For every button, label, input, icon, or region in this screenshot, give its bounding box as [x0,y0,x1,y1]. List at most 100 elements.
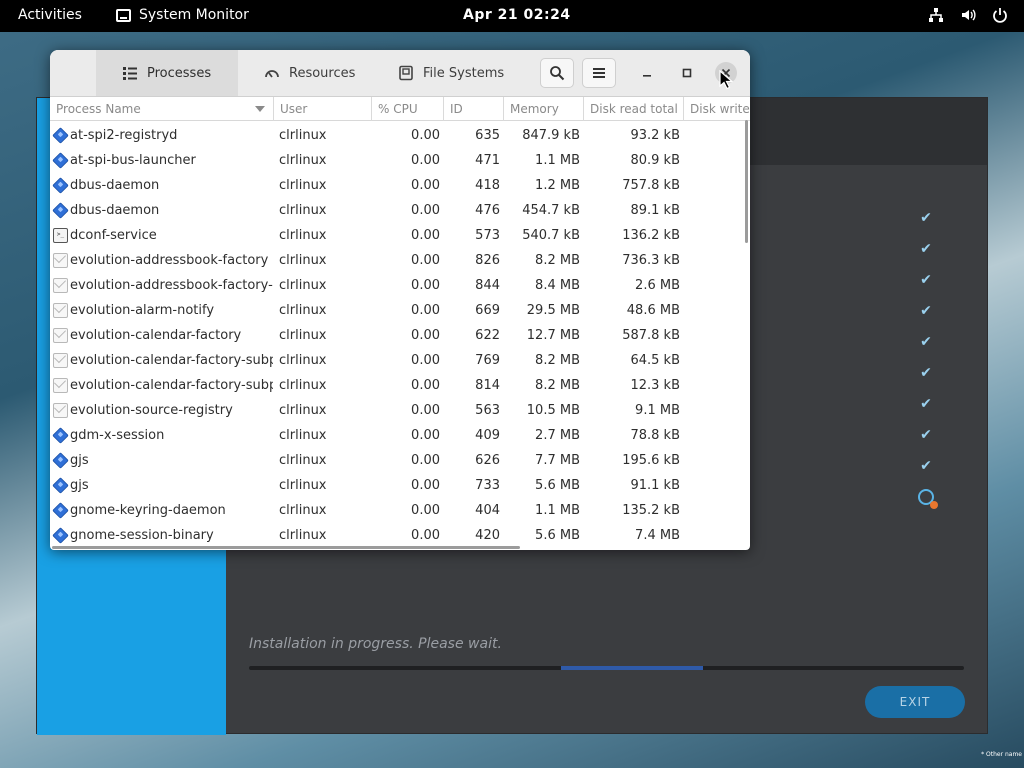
corner-note: * Other name [981,751,1022,758]
column-header-memory[interactable]: Memory [504,97,584,121]
headerbar[interactable]: Processes Resources File Systems [50,50,750,97]
process-memory: 2.7 MB [535,428,580,443]
table-row[interactable]: at-spi2-registryd clrlinux 0.00 635 847.9 kB… [50,123,750,148]
table-row[interactable]: evolution-source-registry clrlinux 0.00 563… [50,398,750,423]
process-user: clrlinux [279,178,327,193]
mail-icon [53,378,68,393]
column-header-user[interactable]: User [274,97,372,121]
tab-label: File Systems [423,65,505,81]
clock[interactable]: Apr 21 02:24 [463,7,571,23]
vertical-scrollbar[interactable] [745,120,748,243]
main-menu-button[interactable] [582,58,616,88]
mail-icon [53,253,68,268]
tab-processes[interactable]: Processes [96,50,238,96]
process-list[interactable]: at-spi2-registryd clrlinux 0.00 635 847.9 kB… [50,123,750,550]
table-row[interactable]: evolution-addressbook-factory-su clrlinux… [50,273,750,298]
process-disk-read: 89.1 kB [630,203,680,218]
process-memory: 5.6 MB [535,528,580,543]
process-user: clrlinux [279,153,327,168]
column-header-disk-write[interactable]: Disk write [684,97,750,121]
column-header-id[interactable]: ID [444,97,504,121]
column-header-process-name[interactable]: Process Name [50,97,274,121]
process-memory: 847.9 kB [522,128,580,143]
table-row[interactable]: evolution-calendar-factory-subpro clrlinu… [50,373,750,398]
process-id: 733 [475,478,500,493]
process-cpu: 0.00 [411,378,440,393]
table-row[interactable]: gnome-keyring-daemon clrlinux 0.00 404 1.1 M… [50,498,750,523]
process-name: evolution-calendar-factory [70,328,242,343]
table-row[interactable]: at-spi-bus-launcher clrlinux 0.00 471 1.1 MB… [50,148,750,173]
process-disk-read: 80.9 kB [630,153,680,168]
installer-progress-bar [249,666,964,670]
process-user: clrlinux [279,128,327,143]
table-row[interactable]: dbus-daemon clrlinux 0.00 476 454.7 kB 89.1 k… [50,198,750,223]
process-id: 420 [475,528,500,543]
process-memory: 8.2 MB [535,378,580,393]
process-memory: 1.2 MB [535,178,580,193]
process-id: 844 [475,278,500,293]
process-disk-read: 7.4 MB [635,528,680,543]
process-name: gjs [70,478,89,493]
table-row[interactable]: evolution-alarm-notify clrlinux 0.00 669 29.… [50,298,750,323]
search-button[interactable] [540,58,574,88]
power-icon[interactable] [992,7,1008,23]
table-row[interactable]: gjs clrlinux 0.00 626 7.7 MB 195.6 kB [50,448,750,473]
process-disk-read: 9.1 MB [635,403,680,418]
process-name: gnome-session-binary [70,528,214,543]
process-cpu: 0.00 [411,153,440,168]
process-disk-read: 48.6 MB [626,303,680,318]
process-memory: 8.2 MB [535,253,580,268]
table-row[interactable]: gjs clrlinux 0.00 733 5.6 MB 91.1 kB [50,473,750,498]
process-name: evolution-source-registry [70,403,233,418]
table-row[interactable]: evolution-calendar-factory clrlinux 0.00 62… [50,323,750,348]
process-disk-read: 91.1 kB [630,478,680,493]
process-id: 404 [475,503,500,518]
process-disk-read: 757.8 kB [622,178,680,193]
process-disk-read: 12.3 kB [630,378,680,393]
volume-icon[interactable] [960,7,976,23]
system-tray[interactable] [928,7,1008,23]
table-row[interactable]: evolution-calendar-factory-subpro clrlinu… [50,348,750,373]
network-icon[interactable] [928,7,944,23]
process-name: dbus-daemon [70,203,160,218]
table-row[interactable]: evolution-addressbook-factory clrlinux 0.0… [50,248,750,273]
table-row[interactable]: gdm-x-session clrlinux 0.00 409 2.7 MB 78.8 k… [50,423,750,448]
tab-file-systems[interactable]: File Systems [372,50,522,96]
process-memory: 5.6 MB [535,478,580,493]
mail-icon [53,353,68,368]
process-name: gjs [70,453,89,468]
executable-icon [52,202,69,219]
process-memory: 1.1 MB [535,503,580,518]
maximize-button[interactable] [676,62,698,84]
column-header-disk-read[interactable]: Disk read total [584,97,684,121]
app-menu-label: System Monitor [139,7,249,23]
table-row[interactable]: dbus-daemon clrlinux 0.00 418 1.2 MB 757.8 kB [50,173,750,198]
step-complete-check-icon: ✔ [920,395,932,412]
column-label: User [280,102,308,116]
step-complete-check-icon: ✔ [920,302,932,319]
tab-resources[interactable]: Resources [238,50,370,96]
mail-icon [53,328,68,343]
process-cpu: 0.00 [411,303,440,318]
process-id: 635 [475,128,500,143]
step-complete-check-icon: ✔ [920,240,932,257]
table-row[interactable]: >_ dconf-service clrlinux 0.00 573 540.7 kB 13… [50,223,750,248]
table-row[interactable]: gnome-session-binary clrlinux 0.00 420 5.6 M… [50,523,750,548]
process-disk-read: 136.2 kB [622,228,680,243]
tab-label: Processes [147,65,212,81]
exit-button[interactable]: EXIT [865,686,965,718]
executable-icon [52,452,69,469]
step-complete-check-icon: ✔ [920,426,932,443]
process-cpu: 0.00 [411,353,440,368]
process-name: evolution-alarm-notify [70,303,215,318]
step-complete-check-icon: ✔ [920,333,932,350]
app-menu[interactable]: System Monitor [116,7,249,23]
process-disk-read: 587.8 kB [622,328,680,343]
column-header-cpu[interactable]: % CPU [372,97,444,121]
process-id: 622 [475,328,500,343]
process-cpu: 0.00 [411,228,440,243]
activities-button[interactable]: Activities [18,7,82,23]
process-cpu: 0.00 [411,428,440,443]
minimize-button[interactable] [636,62,658,84]
horizontal-scrollbar[interactable] [52,546,520,549]
